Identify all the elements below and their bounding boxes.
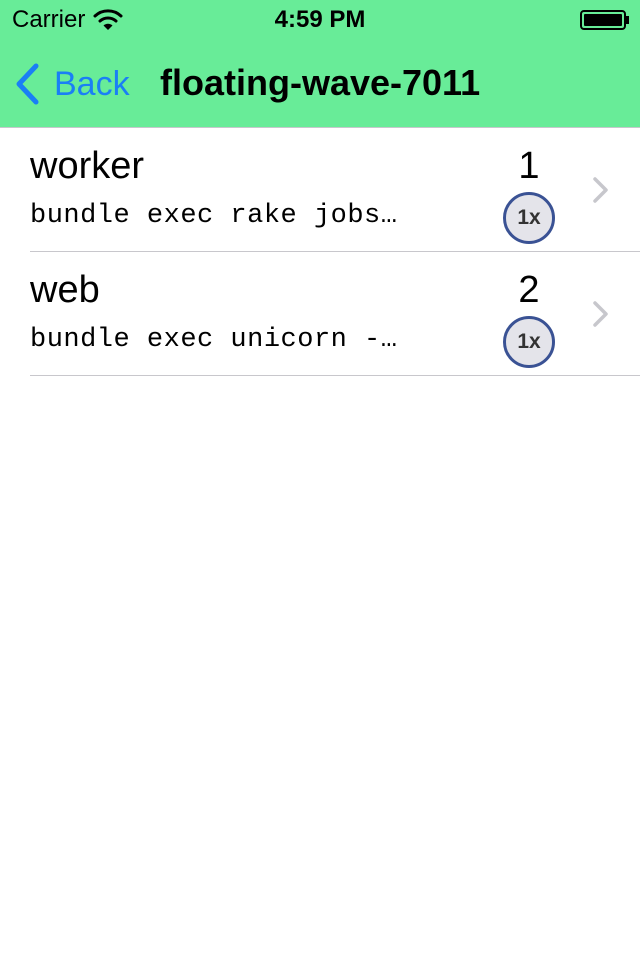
status-bar: Carrier 4:59 PM [0,0,640,40]
process-name: web [30,269,100,311]
process-row-worker[interactable]: worker bundle exec rake jobs… 1 1x [0,128,640,252]
process-row-web[interactable]: web bundle exec unicorn -… 2 1x [0,252,640,376]
chevron-right-icon [593,177,608,203]
process-name: worker [30,145,145,187]
process-command: bundle exec unicorn -… [30,325,398,355]
battery-icon [580,10,629,30]
back-button[interactable]: Back [14,60,130,108]
status-time: 4:59 PM [274,6,366,33]
process-count: 1 [518,145,540,187]
page-title: floating-wave-7011 [160,62,481,103]
process-command: bundle exec rake jobs… [30,201,398,231]
header: Carrier 4:59 PM Back floating-wave-7011 [0,0,640,128]
chevron-left-icon [16,63,39,105]
dyno-size-badge[interactable]: 1x [503,316,555,368]
process-list: worker bundle exec rake jobs… 1 1x web b… [0,128,640,376]
dyno-size-badge[interactable]: 1x [503,192,555,244]
navigation-bar: Back floating-wave-7011 [0,40,640,128]
chevron-right-icon [593,301,608,327]
process-count: 2 [518,269,540,311]
back-label: Back [54,64,130,103]
